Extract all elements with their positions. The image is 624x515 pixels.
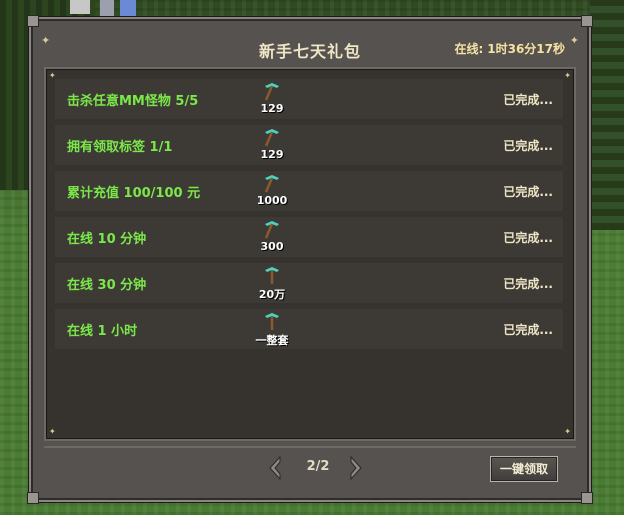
reward-item[interactable]: 129 <box>250 127 294 165</box>
task-row[interactable]: 在线 30 分钟 20万 已完成... <box>55 263 563 303</box>
task-list: ✦ ✦ ✦ ✦ 击杀任意MM怪物 5/5 129 已完成... 拥有领取标签 1… <box>44 67 576 441</box>
reward-amount: 300 <box>260 240 284 253</box>
reward-item[interactable]: 300 <box>250 219 294 257</box>
task-status: 已完成... <box>503 323 553 337</box>
left-arrow-icon[interactable] <box>266 455 284 481</box>
reward-amount: 129 <box>260 102 284 115</box>
stone-block <box>100 0 114 18</box>
task-status: 已完成... <box>503 93 553 107</box>
reward-amount: 129 <box>260 148 284 161</box>
diamond-pickaxe-icon <box>265 313 279 330</box>
task-label: 拥有领取标签 1/1 <box>67 140 173 155</box>
task-status: 已完成... <box>503 185 553 199</box>
stone-block <box>70 0 90 14</box>
task-label: 在线 30 分钟 <box>67 278 147 293</box>
reward-item[interactable]: 一整套 <box>250 311 294 349</box>
online-time-display: 在线: 1时36分17秒 <box>450 40 565 57</box>
diamond-pickaxe-icon <box>264 129 279 147</box>
reward-amount: 20万 <box>258 288 286 301</box>
online-time-value: 1时36分17秒 <box>487 42 565 56</box>
task-label: 在线 10 分钟 <box>67 232 147 247</box>
task-row[interactable]: 拥有领取标签 1/1 129 已完成... <box>55 125 563 165</box>
reward-amount: 1000 <box>256 194 288 207</box>
gift-pack-window: ✦ ✦ 新手七天礼包 在线: 1时36分17秒 ✦ ✦ ✦ ✦ 击杀任意MM怪物 … <box>27 15 593 504</box>
task-status: 已完成... <box>503 277 553 291</box>
reward-item[interactable]: 20万 <box>250 265 294 303</box>
diamond-pickaxe-icon <box>264 175 279 193</box>
task-label: 在线 1 小时 <box>67 324 138 339</box>
title-bar: ✦ ✦ 新手七天礼包 在线: 1时36分17秒 <box>31 19 589 69</box>
diamond-pickaxe-icon <box>264 83 279 101</box>
divider <box>44 446 576 448</box>
task-label: 击杀任意MM怪物 5/5 <box>67 94 199 109</box>
claim-all-button[interactable]: 一键领取 <box>490 456 558 482</box>
frame-corner <box>581 492 593 504</box>
task-status: 已完成... <box>503 231 553 245</box>
reward-item[interactable]: 129 <box>250 81 294 119</box>
sparkle-icon: ✦ <box>564 71 571 80</box>
online-label: 在线: <box>454 42 484 56</box>
diamond-pickaxe-icon <box>264 221 279 239</box>
task-row[interactable]: 击杀任意MM怪物 5/5 129 已完成... <box>55 79 563 119</box>
tree-trunk-right <box>590 0 624 230</box>
sky-block <box>120 0 136 18</box>
task-row[interactable]: 累计充值 100/100 元 1000 已完成... <box>55 171 563 211</box>
sparkle-icon: ✦ <box>49 427 56 436</box>
task-status: 已完成... <box>503 139 553 153</box>
sparkle-icon: ✦ <box>564 427 571 436</box>
task-row[interactable]: 在线 10 分钟 300 已完成... <box>55 217 563 257</box>
reward-item[interactable]: 1000 <box>250 173 294 211</box>
task-row[interactable]: 在线 1 小时 一整套 已完成... <box>55 309 563 349</box>
reward-amount: 一整套 <box>255 334 289 347</box>
right-arrow-icon[interactable] <box>347 455 365 481</box>
task-label: 累计充值 100/100 元 <box>67 186 201 201</box>
page-indicator: 2/2 <box>306 459 330 474</box>
frame-corner <box>27 492 39 504</box>
diamond-pickaxe-icon <box>265 267 279 284</box>
